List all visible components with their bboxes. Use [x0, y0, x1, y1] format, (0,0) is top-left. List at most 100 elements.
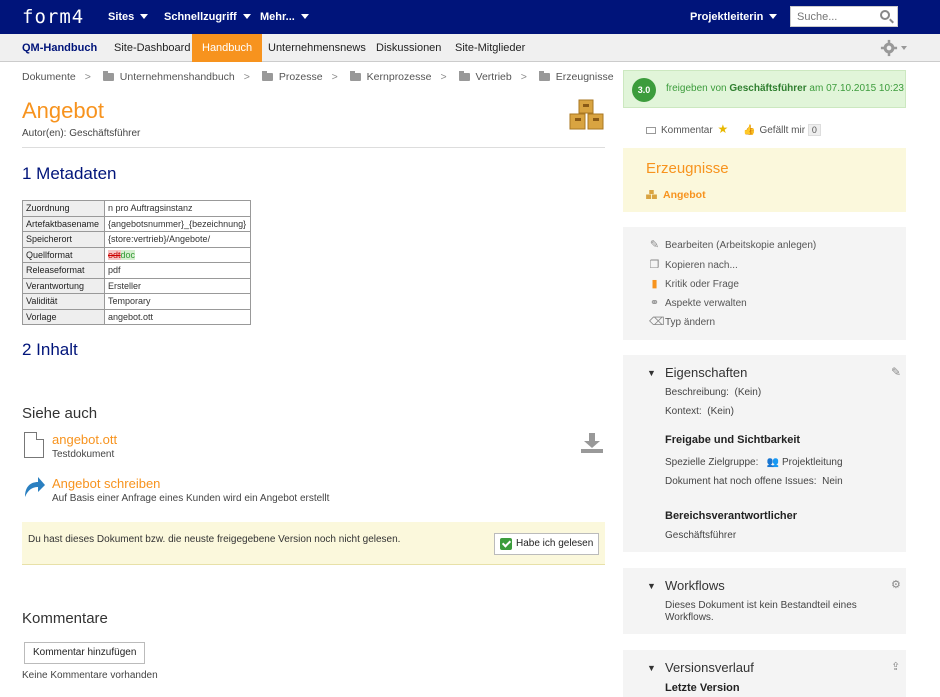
breadcrumb-item[interactable]: Unternehmenshandbuch [102, 71, 235, 83]
meta-key: Zuordnung [22, 200, 105, 217]
approver[interactable]: Geschäftsführer [729, 83, 806, 94]
mark-read-label: Habe ich gelesen [516, 538, 594, 549]
start-workflow-icon[interactable]: ⚙ [891, 578, 901, 591]
collapse-triangle-icon[interactable]: ▼ [647, 663, 656, 673]
action-edit[interactable]: ✎ Bearbeiten (Arbeitskopie anlegen) [649, 238, 816, 251]
meta-key: Validität [22, 293, 105, 310]
add-comment-button[interactable]: Kommentar hinzufügen [24, 642, 146, 664]
gear-icon[interactable] [880, 39, 898, 57]
meta-value: {store:vertrieb}/Angebote/ [104, 231, 251, 248]
more-menu[interactable]: Mehr... [260, 11, 309, 23]
feedback-icon: ▮ [651, 278, 658, 290]
edit-pencil-icon[interactable]: ✎ [891, 365, 901, 379]
breadcrumb: Dokumente > Unternehmenshandbuch > Prozess… [22, 71, 614, 83]
version-history-heading: Versionsverlauf [665, 660, 754, 675]
chevron-down-icon [769, 14, 778, 19]
workflows-text: Workflows. [665, 612, 714, 623]
tab-qm-handbuch[interactable]: QM-Handbuch [12, 34, 107, 62]
mark-read-button[interactable]: Habe ich gelesen [494, 533, 599, 555]
meta-value: Ersteller [104, 277, 251, 294]
action-critique[interactable]: ▮ Kritik oder Frage [649, 277, 738, 290]
property-target-group: Spezielle Zielgruppe: 👥 Projektleitung [665, 457, 843, 468]
tab-diskussionen[interactable]: Diskussionen [366, 34, 451, 62]
comment-action[interactable]: Kommentar [646, 125, 713, 136]
meta-value: angebot.ott [104, 308, 251, 325]
user-menu[interactable]: Projektleiterin [690, 11, 778, 23]
approval-status: 3.0 freigeben von Geschäftsführer am 07.… [623, 70, 906, 108]
download-icon[interactable] [580, 432, 604, 454]
attachment-type: Testdokument [52, 449, 115, 460]
property-open-issues: Dokument hat noch offene Issues: Nein [665, 476, 843, 487]
search-icon[interactable] [880, 10, 890, 20]
table-row: Verantwortung Ersteller [22, 277, 251, 294]
folder-icon [458, 71, 470, 81]
page-title: Angebot [22, 98, 104, 123]
inserted-value: doc [120, 249, 136, 260]
boxes-icon [646, 190, 657, 199]
process-link[interactable]: Angebot schreiben [52, 476, 160, 491]
latest-version-heading: Letzte Version [665, 682, 740, 694]
like-count: 0 [807, 124, 821, 136]
erzeugnisse-panel: Erzeugnisse Angebot [623, 148, 906, 212]
like-action[interactable]: 👍 Gefällt mir [743, 125, 805, 136]
area-responsible-heading: Bereichsverantwortlicher [665, 510, 798, 522]
folder-icon [261, 71, 273, 81]
folder-icon [102, 71, 114, 81]
meta-value: n pro Auftragsinstanz [104, 200, 251, 217]
area-responsible-value: Geschäftsführer [665, 530, 737, 541]
comments-heading: Kommentare [22, 610, 108, 627]
action-aspects[interactable]: ⚭ Aspekte verwalten [649, 296, 747, 309]
table-row: Speicherort {store:vertrieb}/Angebote/ [22, 231, 251, 248]
property-description: Beschreibung: (Kein) [665, 387, 762, 398]
erzeugnisse-heading: Erzeugnisse [646, 160, 729, 177]
attachment-link[interactable]: angebot.ott [52, 432, 117, 447]
favorite-star-icon[interactable]: ★ [717, 122, 728, 136]
unread-notice: Du hast dieses Dokument bzw. die neuste … [22, 522, 605, 565]
tab-site-dashboard[interactable]: Site-Dashboard [104, 34, 200, 62]
document-icon [24, 432, 44, 458]
no-comments-text: Keine Kommentare vorhanden [22, 670, 158, 681]
quick-access-menu[interactable]: Schnellzugriff [164, 11, 251, 23]
workflows-heading: Workflows [665, 578, 725, 593]
document-author: Autor(en): Geschäftsführer [22, 128, 141, 139]
action-change-type[interactable]: ⌫Typ ändern [649, 315, 715, 328]
pencil-icon: ✎ [649, 239, 660, 251]
comment-icon [646, 127, 656, 134]
upload-version-icon[interactable]: ⇪ [891, 660, 900, 673]
breadcrumb-item[interactable]: Dokumente [22, 71, 76, 83]
collapse-triangle-icon[interactable]: ▼ [647, 581, 656, 591]
breadcrumb-item[interactable]: Vertrieb [458, 71, 512, 83]
tab-site-mitglieder[interactable]: Site-Mitglieder [445, 34, 535, 62]
deleted-value: odt [108, 249, 121, 260]
breadcrumb-item[interactable]: Prozesse [261, 71, 323, 83]
tab-handbuch[interactable]: Handbuch [192, 34, 263, 62]
meta-key: Speicherort [22, 231, 105, 248]
meta-value: pdf [104, 262, 251, 279]
user-name: Projektleiterin [690, 11, 764, 23]
action-copy[interactable]: ❐ Kopieren nach... [649, 258, 738, 271]
section-heading-inhalt: 2 Inhalt [22, 340, 78, 359]
metadata-table: Zuordnung n pro Auftragsinstanz Artefaktb… [22, 200, 251, 325]
gear-caret-icon [901, 46, 907, 50]
breadcrumb-item[interactable]: Kernprozesse [349, 71, 431, 83]
property-context: Kontext: (Kein) [665, 406, 734, 417]
tab-unternehmensnews[interactable]: Unternehmensnews [258, 34, 376, 62]
sites-menu[interactable]: Sites [108, 11, 149, 23]
collapse-triangle-icon[interactable]: ▼ [647, 368, 656, 378]
table-row: Validität Temporary [22, 293, 251, 310]
copy-icon: ❐ [649, 259, 660, 271]
properties-panel: ▼ Eigenschaften ✎ Beschreibung: (Kein) K… [623, 355, 906, 552]
document-actions-panel: ✎ Bearbeiten (Arbeitskopie anlegen) ❐ Kopi… [623, 227, 906, 340]
version-badge: 3.0 [632, 78, 656, 102]
approval-text: freigeben von Geschäftsführer am 07.10.2… [666, 83, 904, 94]
divider [22, 147, 605, 148]
meta-key: Releaseformat [22, 262, 105, 279]
boxes-icon [569, 99, 604, 130]
chevron-down-icon [242, 14, 251, 19]
breadcrumb-item[interactable]: Erzeugnisse [538, 71, 614, 83]
workflows-text: Dieses Dokument ist kein Bestandteil ein… [665, 600, 857, 611]
meta-value: odtdoc [104, 246, 251, 263]
app-logo[interactable]: form4 [22, 6, 84, 28]
chevron-down-icon [300, 14, 309, 19]
erzeugnis-link[interactable]: Angebot [646, 189, 706, 201]
